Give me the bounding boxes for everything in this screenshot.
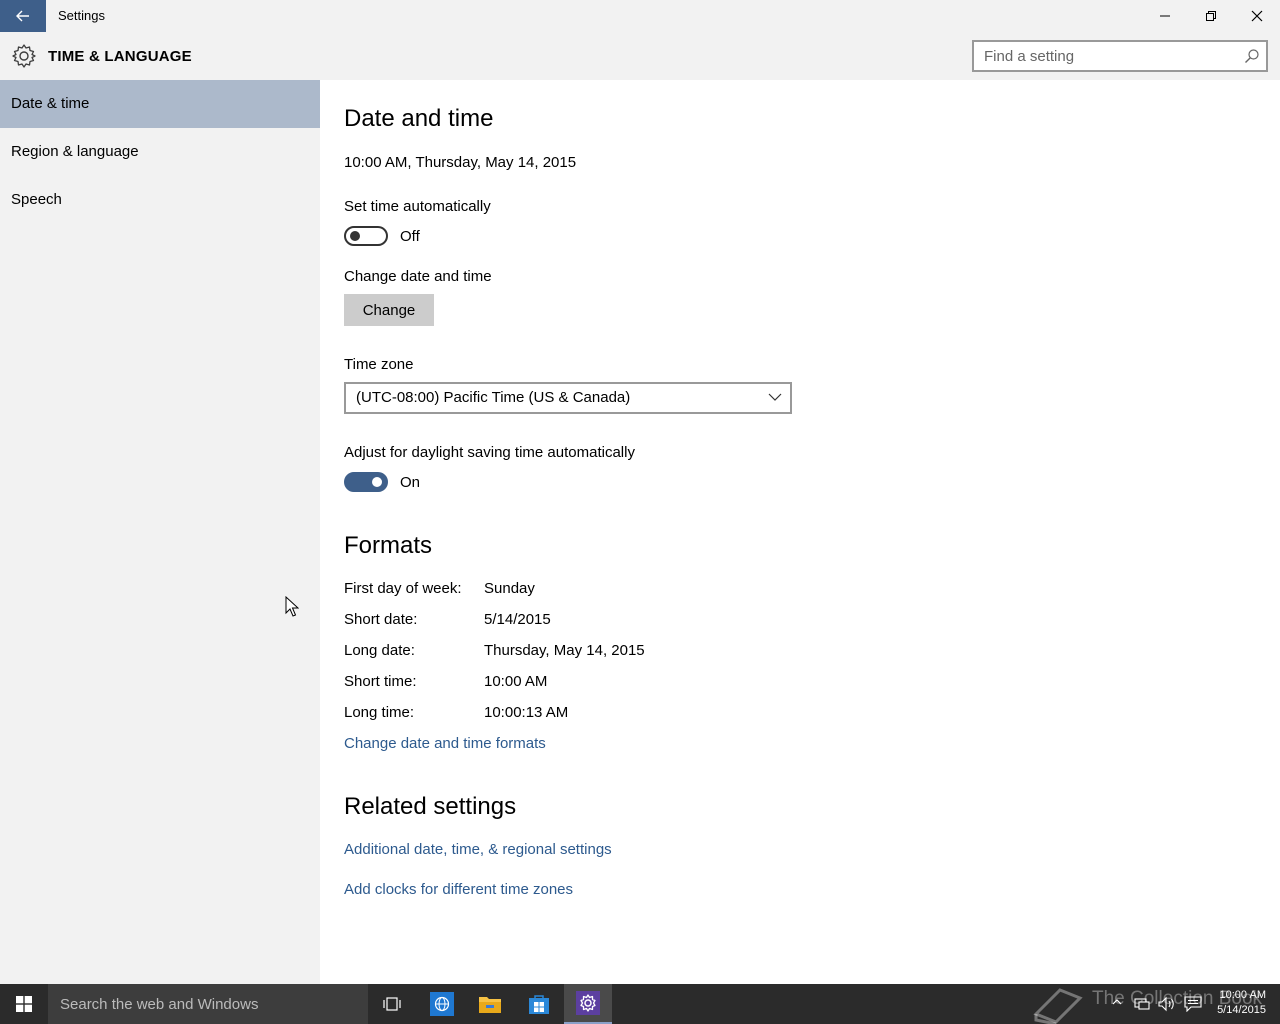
close-icon — [1251, 10, 1263, 22]
chevron-down-icon — [768, 393, 782, 401]
taskbar-search[interactable] — [48, 984, 368, 1024]
daylight-state: On — [400, 474, 421, 491]
globe-icon — [430, 992, 454, 1016]
back-arrow-icon — [16, 10, 29, 22]
gear-icon — [12, 44, 36, 68]
format-label: Long date: — [344, 642, 415, 659]
additional-settings-link[interactable]: Additional date, time, & regional settin… — [344, 841, 612, 858]
minimize-button[interactable] — [1142, 0, 1188, 32]
format-value: 10:00:13 AM — [484, 704, 569, 721]
volume-icon[interactable] — [1158, 996, 1176, 1012]
change-datetime-label: Change date and time — [344, 268, 492, 285]
set-time-auto-label: Set time automatically — [344, 198, 491, 215]
sidebar-item-label: Date & time — [11, 95, 90, 112]
format-label: Short time: — [344, 673, 417, 690]
taskbar-clock[interactable]: 10:00 AM 5/14/2015 — [1217, 988, 1266, 1018]
app-header: TIME & LANGUAGE — [0, 32, 1280, 80]
watermark-book-icon — [1033, 988, 1083, 1024]
sidebar-item-speech[interactable]: Speech — [0, 176, 320, 224]
time-zone-dropdown[interactable]: (UTC-08:00) Pacific Time (US & Canada) — [344, 382, 792, 414]
clock-date: 5/14/2015 — [1217, 1004, 1266, 1016]
back-button[interactable] — [0, 0, 46, 32]
sidebar-item-region-language[interactable]: Region & language — [0, 128, 320, 176]
taskbar-search-input[interactable] — [48, 984, 348, 1024]
change-button[interactable]: Change — [344, 294, 434, 326]
section-title-related: Related settings — [344, 793, 517, 820]
change-formats-link[interactable]: Change date and time formats — [344, 735, 546, 752]
settings-gear-icon — [576, 991, 600, 1015]
format-label: Long time: — [344, 704, 415, 721]
windows-logo-icon — [16, 996, 32, 1012]
set-time-auto-state: Off — [400, 228, 420, 245]
show-hidden-icons-icon[interactable] — [1112, 998, 1122, 1006]
mouse-cursor-icon — [285, 596, 299, 617]
set-time-auto-toggle[interactable] — [344, 226, 388, 246]
action-center-icon[interactable] — [1184, 996, 1202, 1012]
taskbar: The Collection Book 10:00 AM 5/14/2015 — [0, 984, 1280, 1024]
sidebar-item-label: Speech — [11, 191, 62, 208]
search-icon[interactable] — [1244, 48, 1260, 64]
taskbar-app-browser[interactable] — [418, 984, 466, 1024]
format-label: Short date: — [344, 611, 418, 628]
format-value: 10:00 AM — [484, 673, 548, 690]
taskbar-app-settings[interactable] — [564, 984, 612, 1024]
folder-icon — [479, 997, 501, 1013]
format-label: First day of week: — [344, 580, 462, 597]
toggle-knob — [372, 477, 382, 487]
section-title-formats: Formats — [344, 532, 433, 559]
time-zone-label: Time zone — [344, 356, 414, 373]
task-view-icon — [383, 997, 401, 1011]
task-view-button[interactable] — [368, 984, 416, 1024]
format-value: 5/14/2015 — [484, 611, 551, 628]
search-input[interactable] — [974, 42, 1234, 70]
title-bar: Settings — [0, 0, 1280, 32]
close-button[interactable] — [1234, 0, 1280, 32]
format-value: Thursday, May 14, 2015 — [484, 642, 645, 659]
restore-icon — [1206, 11, 1216, 21]
store-icon — [529, 995, 549, 1014]
sidebar-item-label: Region & language — [11, 143, 139, 160]
search-box[interactable] — [972, 40, 1268, 72]
restore-button[interactable] — [1188, 0, 1234, 32]
window-title: Settings — [58, 8, 105, 23]
network-icon[interactable] — [1134, 996, 1150, 1012]
minimize-icon — [1160, 15, 1170, 17]
add-clocks-link[interactable]: Add clocks for different time zones — [344, 881, 573, 898]
taskbar-app-store[interactable] — [515, 984, 563, 1024]
clock-time: 10:00 AM — [1219, 989, 1266, 1001]
section-title-date-time: Date and time — [344, 105, 494, 132]
toggle-knob — [350, 231, 360, 241]
current-datetime: 10:00 AM, Thursday, May 14, 2015 — [344, 154, 577, 171]
taskbar-app-file-explorer[interactable] — [466, 984, 514, 1024]
page-title: TIME & LANGUAGE — [48, 48, 192, 65]
main-content: Date and time 10:00 AM, Thursday, May 14… — [320, 80, 1280, 984]
format-value: Sunday — [484, 580, 535, 597]
sidebar-item-date-time[interactable]: Date & time — [0, 80, 320, 128]
time-zone-value: (UTC-08:00) Pacific Time (US & Canada) — [356, 389, 631, 406]
start-button[interactable] — [0, 984, 48, 1024]
daylight-label: Adjust for daylight saving time automati… — [344, 444, 635, 461]
daylight-toggle[interactable] — [344, 472, 388, 492]
